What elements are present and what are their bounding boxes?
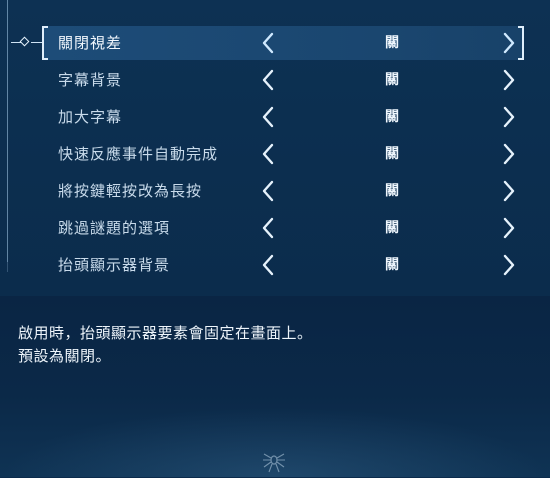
option-row-subtitle-background[interactable]: 字幕背景 關 <box>42 63 524 97</box>
chevron-left-icon[interactable] <box>256 100 280 134</box>
chevron-left-icon[interactable] <box>256 137 280 171</box>
chevron-left-icon[interactable] <box>256 63 280 97</box>
chevron-right-icon[interactable] <box>497 248 521 282</box>
description-box: 啟用時，抬頭顯示器要素會固定在畫面上。 預設為關閉。 <box>0 296 550 477</box>
option-row-hud-background[interactable]: 抬頭顯示器背景 關 <box>42 248 524 282</box>
chevron-left-icon[interactable] <box>256 174 280 208</box>
chevron-right-icon[interactable] <box>497 63 521 97</box>
option-row-larger-subtitles[interactable]: 加大字幕 關 <box>42 100 524 134</box>
option-value: 關 <box>385 257 399 273</box>
option-value: 關 <box>385 220 399 236</box>
option-value: 關 <box>385 109 399 125</box>
chevron-right-icon[interactable] <box>497 26 521 60</box>
chevron-right-icon[interactable] <box>497 100 521 134</box>
option-value: 關 <box>385 146 399 162</box>
panel-rail <box>7 0 8 262</box>
option-label: 抬頭顯示器背景 <box>58 256 171 274</box>
option-value: 關 <box>385 72 399 88</box>
option-label: 加大字幕 <box>58 108 123 126</box>
focus-diamond-icon <box>7 36 43 47</box>
settings-panel: 關閉視差 關 字幕背景 關 加大字幕 關 快速反應事件自動完成 關 將按鍵輕按改… <box>0 0 550 296</box>
option-label: 字幕背景 <box>58 71 123 89</box>
description-line-1: 啟用時，抬頭顯示器要素會固定在畫面上。 <box>18 324 313 342</box>
option-label: 將按鍵輕按改為長按 <box>58 182 203 200</box>
option-label: 關閉視差 <box>58 34 123 52</box>
description-line-2: 預設為關閉。 <box>18 347 112 365</box>
chevron-left-icon[interactable] <box>256 26 280 60</box>
spider-emblem-icon <box>261 452 287 474</box>
option-value: 關 <box>385 35 399 51</box>
option-row-qte-auto-complete[interactable]: 快速反應事件自動完成 關 <box>42 137 524 171</box>
option-label: 快速反應事件自動完成 <box>58 145 219 163</box>
option-label: 跳過謎題的選項 <box>58 219 171 237</box>
option-value: 關 <box>385 183 399 199</box>
panel-rail-cap <box>7 262 8 272</box>
chevron-right-icon[interactable] <box>497 137 521 171</box>
chevron-left-icon[interactable] <box>256 248 280 282</box>
chevron-right-icon[interactable] <box>497 174 521 208</box>
option-row-skip-puzzles[interactable]: 跳過謎題的選項 關 <box>42 211 524 245</box>
selection-bracket-left <box>42 26 48 60</box>
option-row-tap-to-hold[interactable]: 將按鍵輕按改為長按 關 <box>42 174 524 208</box>
option-row-disable-parallax[interactable]: 關閉視差 關 <box>42 26 524 60</box>
chevron-right-icon[interactable] <box>497 211 521 245</box>
chevron-left-icon[interactable] <box>256 211 280 245</box>
